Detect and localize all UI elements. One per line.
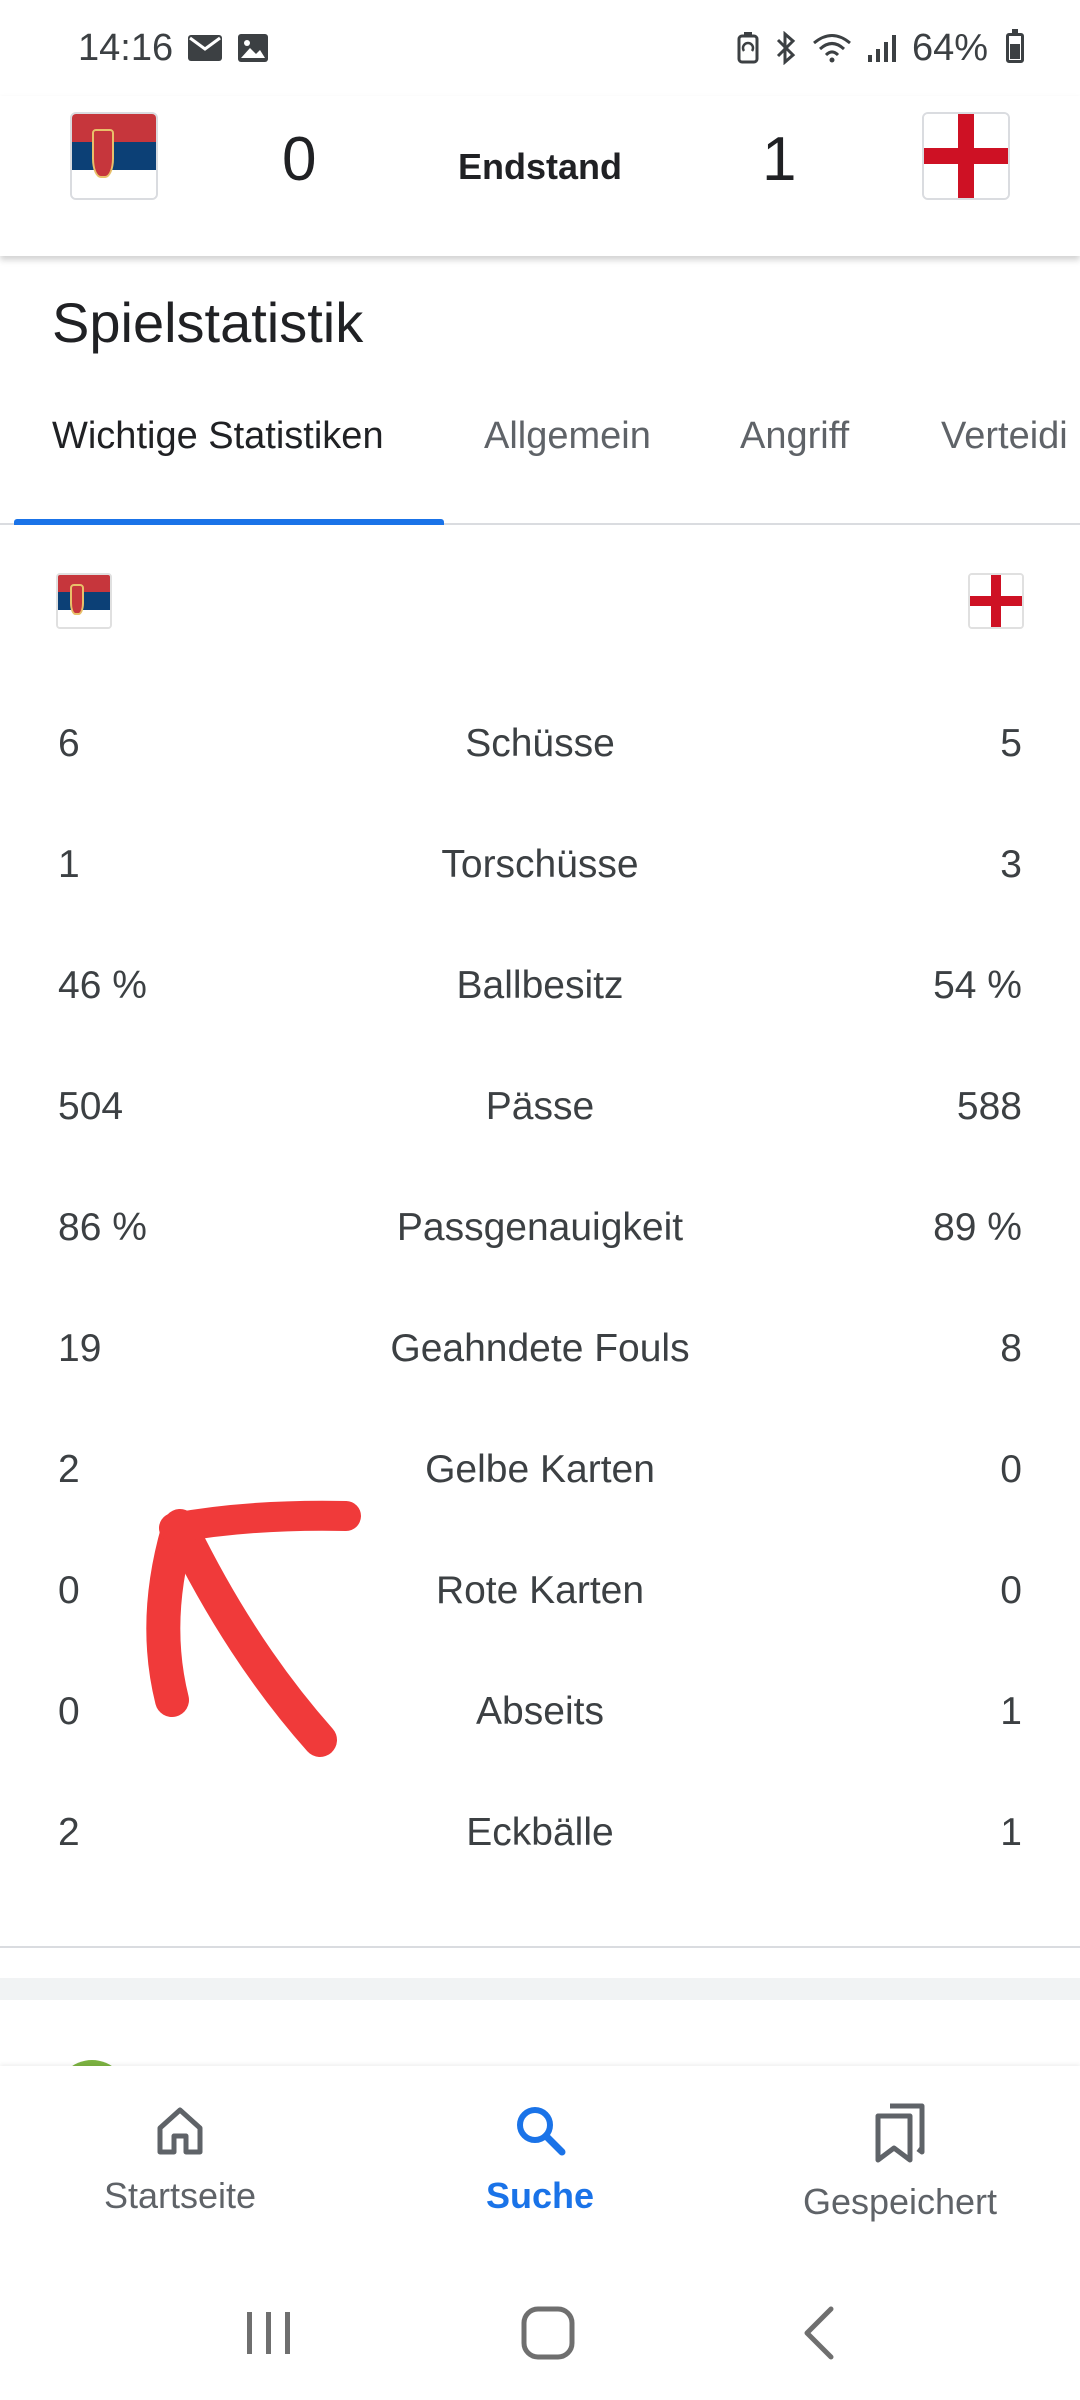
bottom-navigation: Startseite Suche Gespeichert [0,2066,1080,2270]
home-icon [152,2102,208,2163]
england-flag-small [968,573,1024,629]
section-divider [0,1946,1080,1948]
next-result-card[interactable] [0,2000,1080,2132]
search-icon [512,2102,568,2163]
home-button-icon[interactable] [520,2305,576,2366]
nav-startseite[interactable]: Startseite [0,2066,360,2270]
back-icon[interactable] [799,2305,839,2366]
card-gap [0,1978,1080,2000]
battery-icon [1006,29,1024,63]
nav-label: Gespeichert [802,2181,998,2222]
stat-away-value: 54 % [933,964,1022,1007]
system-navigation-bar [0,2270,1080,2400]
score-header[interactable]: 0 Endstand 1 [0,96,1080,256]
match-status: Endstand [457,146,622,187]
signal-icon [866,33,898,63]
status-left: 14:16 [78,27,269,70]
stat-away-value: 588 [956,1085,1022,1128]
stat-away-value: 0 [1000,1569,1022,1612]
stat-away-value: 3 [1000,843,1022,886]
stat-label: Geahndete Fouls [390,1327,690,1370]
stat-label: Gelbe Karten [425,1448,655,1491]
stat-home-value: 6 [58,722,80,765]
tab-wichtige-statistiken[interactable]: Wichtige Statistiken [52,415,384,458]
stat-home-value: 2 [58,1448,80,1491]
stat-away-value: 89 % [933,1206,1022,1249]
page: 14:16 64% 0 Endstand 1 Spielstatistik Wi… [0,0,1080,2400]
stat-away-value: 1 [1000,1811,1022,1854]
away-score: 1 [762,125,797,194]
stat-row-passgenauigkeit: 86 % Passgenauigkeit 89 % [0,1170,1080,1291]
stat-row-eckbaelle: 2 Eckbälle 1 [0,1775,1080,1896]
status-time: 14:16 [78,26,174,69]
image-icon [237,33,269,63]
battery-saver-icon [736,32,760,64]
active-tab-indicator [14,519,444,525]
tab-angriff[interactable]: Angriff [740,415,849,458]
serbia-flag [70,112,158,200]
section-title: Spielstatistik [52,291,364,354]
nav-gespeichert[interactable]: Gespeichert [720,2066,1080,2270]
stat-row-torschuesse: 1 Torschüsse 3 [0,807,1080,928]
bookmarks-icon [872,2102,928,2169]
stat-label: Eckbälle [466,1811,614,1854]
nav-label: Startseite [103,2175,257,2216]
nav-suche[interactable]: Suche [360,2066,720,2270]
stat-home-value: 504 [58,1085,124,1128]
stat-label: Pässe [485,1085,595,1128]
stat-away-value: 5 [1000,722,1022,765]
stat-row-paesse: 504 Pässe 588 [0,1049,1080,1170]
wifi-icon [812,32,852,64]
battery-percent: 64% [911,26,988,69]
stat-home-value: 2 [58,1811,80,1854]
stats-tabs: Wichtige Statistiken Allgemein Angriff V… [0,395,1080,525]
stat-away-value: 0 [1000,1448,1022,1491]
tab-verteidigung[interactable]: Verteidi [941,415,1068,458]
red-arrow-annotation [146,1500,361,1757]
recent-apps-icon[interactable] [241,2308,297,2363]
stat-away-value: 1 [1000,1690,1022,1733]
nav-label: Suche [485,2175,595,2216]
stat-home-value: 46 % [58,964,147,1007]
bluetooth-icon [774,31,798,65]
stat-label: Ballbesitz [456,964,624,1007]
status-bar: 14:16 64% [0,0,1080,96]
stat-row-fouls: 19 Geahndete Fouls 8 [0,1291,1080,1412]
home-score: 0 [282,125,317,194]
stat-away-value: 8 [1000,1327,1022,1370]
stat-home-value: 0 [58,1569,80,1612]
stat-home-value: 0 [58,1690,80,1733]
status-right: 64% [736,27,1024,70]
stat-home-value: 19 [58,1327,102,1370]
serbia-flag-small [56,573,112,629]
stat-row-schuesse: 6 Schüsse 5 [0,686,1080,807]
stat-row-ballbesitz: 46 % Ballbesitz 54 % [0,928,1080,1049]
mail-icon [187,34,223,62]
stat-label: Passgenauigkeit [396,1206,684,1249]
stat-home-value: 1 [58,843,80,886]
england-flag [922,112,1010,200]
tab-allgemein[interactable]: Allgemein [484,415,651,458]
stat-home-value: 86 % [58,1206,147,1249]
stat-label: Torschüsse [441,843,639,886]
stat-label: Schüsse [465,722,615,765]
